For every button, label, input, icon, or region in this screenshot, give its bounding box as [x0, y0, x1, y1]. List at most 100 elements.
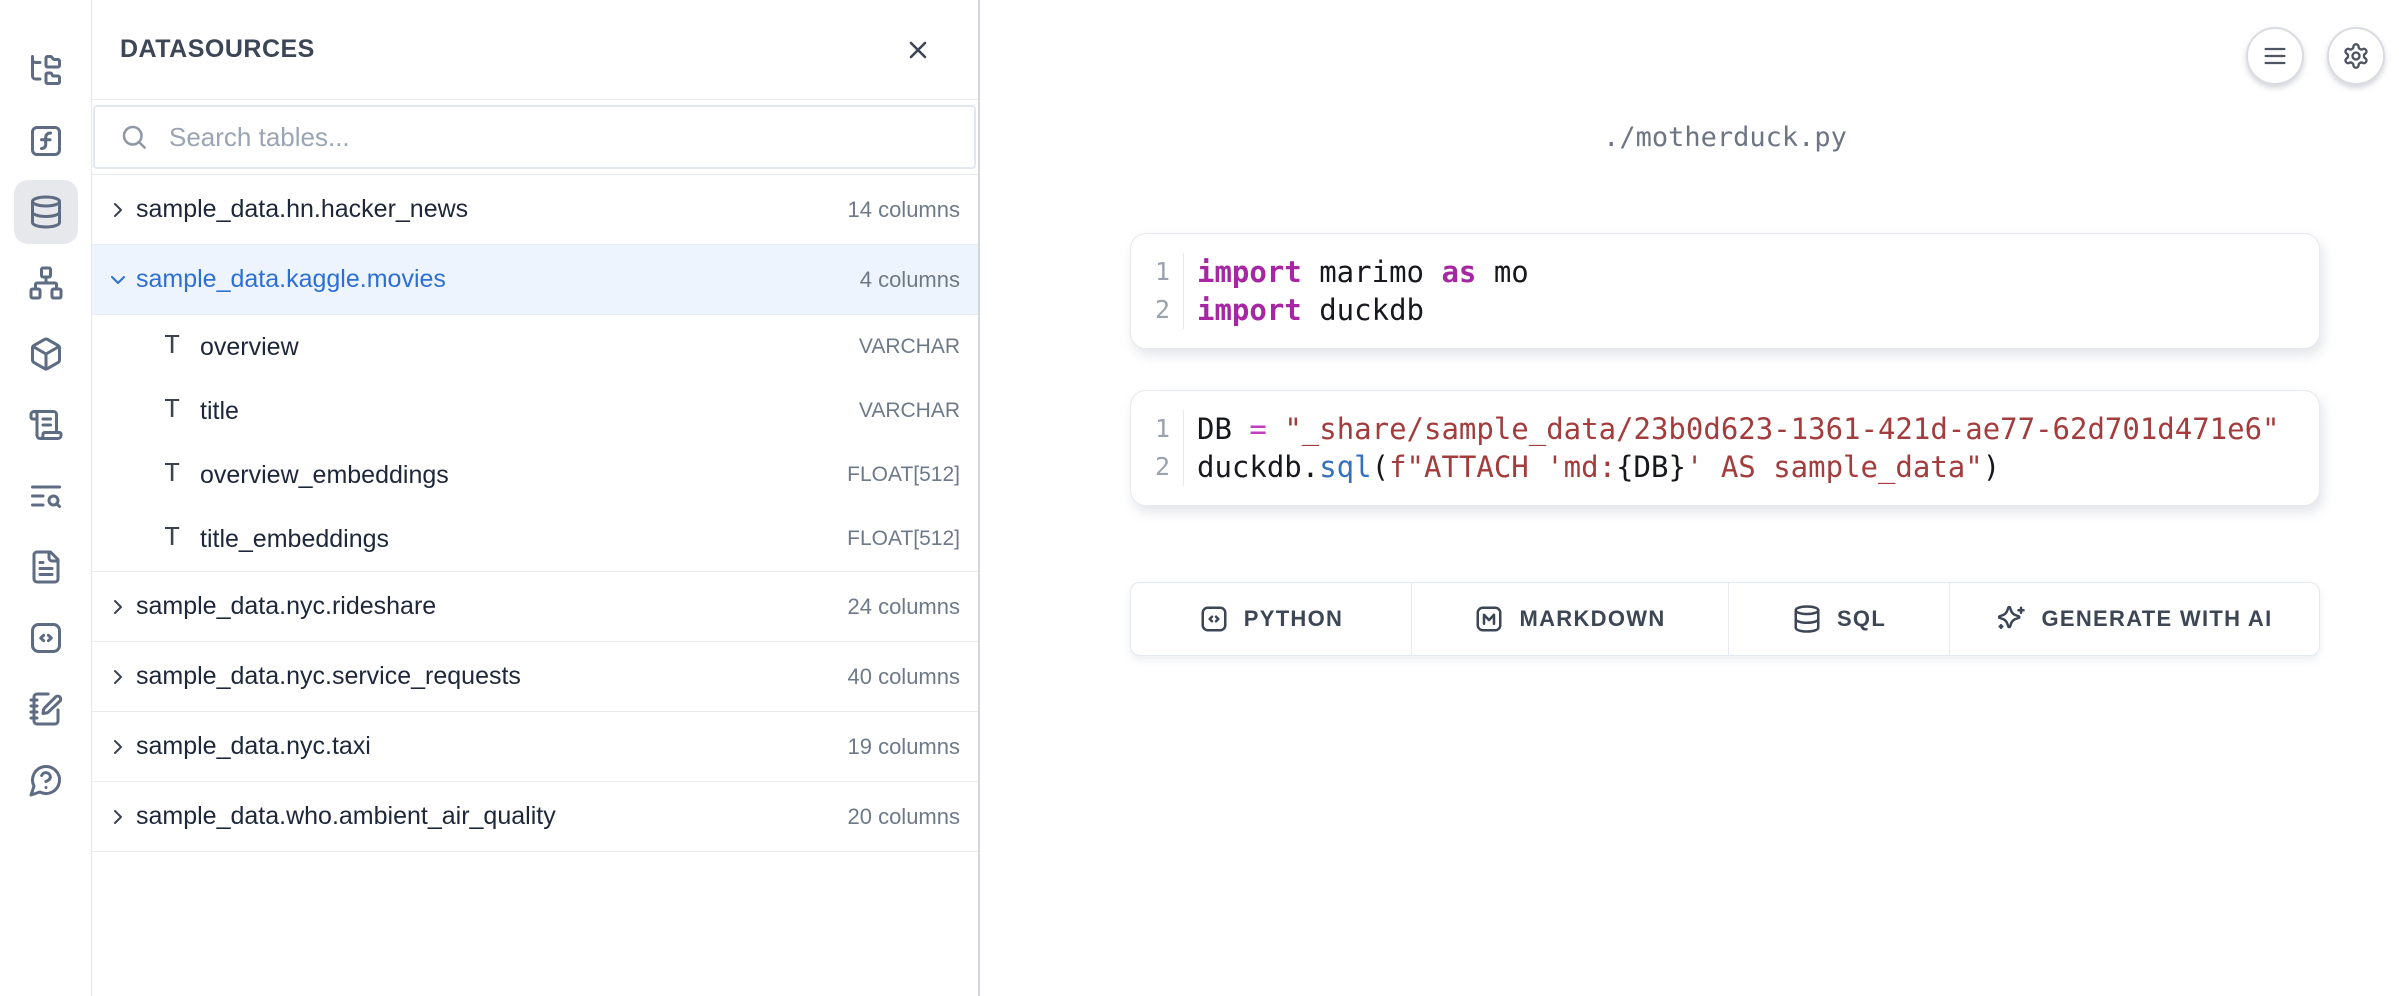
folder-tree-icon [28, 52, 64, 88]
table-name: sample_data.nyc.service_requests [136, 662, 847, 691]
table-column-count: 19 columns [847, 734, 960, 760]
column-row[interactable]: Ttitle_embeddingsFLOAT[512] [92, 507, 978, 571]
column-row[interactable]: TtitleVARCHAR [92, 379, 978, 443]
sidebar-item-variables[interactable] [14, 109, 78, 173]
sidebar-item-scratchpad[interactable] [14, 677, 78, 741]
table-column-count: 20 columns [847, 804, 960, 830]
chevron-right-icon [106, 735, 130, 759]
settings-icon [2342, 42, 2370, 70]
table-column-count: 24 columns [847, 594, 960, 620]
sparkles-icon [1996, 604, 2026, 634]
cell-list: 12import marimo as moimport duckdb12DB =… [1130, 233, 2320, 506]
scroll-text-icon [28, 407, 64, 443]
sidebar-item-documentation[interactable] [14, 535, 78, 599]
table-row[interactable]: sample_data.nyc.service_requests40 colum… [92, 642, 978, 712]
square-code-icon [28, 620, 64, 656]
menu-button[interactable] [2246, 27, 2304, 85]
table-name: sample_data.hn.hacker_news [136, 195, 847, 224]
line-number-gutter: 12 [1131, 410, 1184, 486]
panel-title: DATASOURCES [120, 35, 898, 64]
add-cell-markdown-button[interactable]: MARKDOWN [1412, 583, 1729, 655]
notebook-pen-icon [28, 691, 64, 727]
code-cell[interactable]: 12DB = "_share/sample_data/23b0d623-1361… [1130, 390, 2320, 506]
button-label: GENERATE WITH AI [2041, 606, 2272, 632]
add-cell-toolbar: PYTHON MARKDOWN SQL GENERATE WITH AI [1130, 582, 2320, 656]
sidebar-item-datasources[interactable] [14, 180, 78, 244]
column-name: overview [200, 333, 859, 362]
helper-sidebar [0, 0, 92, 996]
column-row[interactable]: Toverview_embeddingsFLOAT[512] [92, 443, 978, 507]
message-circle-question-icon [28, 762, 64, 798]
square-code-icon [1199, 604, 1229, 634]
box-icon [28, 336, 64, 372]
database-icon [28, 194, 64, 230]
column-type: FLOAT[512] [847, 463, 960, 487]
table-name: sample_data.who.ambient_air_quality [136, 802, 847, 831]
table-row[interactable]: sample_data.who.ambient_air_quality20 co… [92, 782, 978, 852]
text-type-icon: T [164, 460, 200, 490]
code-editor[interactable]: import marimo as moimport duckdb [1184, 253, 1529, 329]
sidebar-item-snippets[interactable] [14, 606, 78, 670]
database-icon [1792, 604, 1822, 634]
table-row[interactable]: sample_data.hn.hacker_news14 columns [92, 175, 978, 245]
close-panel-button[interactable] [898, 30, 938, 70]
square-m-icon [1474, 604, 1504, 634]
column-name: title [200, 397, 859, 426]
table-columns: ToverviewVARCHARTtitleVARCHARToverview_e… [92, 315, 978, 572]
table-column-count: 4 columns [860, 267, 960, 293]
sidebar-item-help[interactable] [14, 748, 78, 812]
text-type-icon: T [164, 524, 200, 554]
button-label: SQL [1837, 606, 1886, 632]
table-column-count: 14 columns [847, 197, 960, 223]
table-list: sample_data.hn.hacker_news14 columnssamp… [92, 175, 978, 852]
chevron-right-icon [106, 595, 130, 619]
column-row[interactable]: ToverviewVARCHAR [92, 315, 978, 379]
table-column-count: 40 columns [847, 664, 960, 690]
code-cell[interactable]: 12import marimo as moimport duckdb [1130, 233, 2320, 349]
datasources-panel: DATASOURCES sample_data.hn.hacker_news14… [92, 0, 980, 996]
sidebar-item-outline-search[interactable] [14, 464, 78, 528]
search-input[interactable] [167, 121, 954, 154]
file-text-icon [28, 549, 64, 585]
column-name: title_embeddings [200, 525, 847, 554]
table-row[interactable]: sample_data.kaggle.movies4 columns [92, 245, 978, 315]
column-name: overview_embeddings [200, 461, 847, 490]
table-name: sample_data.kaggle.movies [136, 265, 860, 294]
search-box [93, 105, 976, 169]
network-icon [28, 265, 64, 301]
sidebar-item-packages[interactable] [14, 322, 78, 386]
add-cell-generate-with-ai-button[interactable]: GENERATE WITH AI [1950, 583, 2319, 655]
button-label: MARKDOWN [1519, 606, 1665, 632]
search-section [92, 100, 978, 175]
add-cell-sql-button[interactable]: SQL [1729, 583, 1950, 655]
sidebar-item-files[interactable] [14, 38, 78, 102]
chevron-right-icon [106, 805, 130, 829]
search-icon [119, 122, 149, 152]
square-function-icon [28, 123, 64, 159]
close-icon [904, 36, 932, 64]
chevron-right-icon [106, 665, 130, 689]
notebook-filename: ./motherduck.py [1130, 122, 2320, 153]
table-row[interactable]: sample_data.nyc.taxi19 columns [92, 712, 978, 782]
column-type: FLOAT[512] [847, 527, 960, 551]
column-type: VARCHAR [859, 335, 960, 359]
chevron-right-icon [106, 198, 130, 222]
add-cell-python-button[interactable]: PYTHON [1131, 583, 1412, 655]
chevron-down-icon [106, 268, 130, 292]
notebook-area: ./motherduck.py 12import marimo as moimp… [1130, 0, 2320, 996]
button-label: PYTHON [1244, 606, 1343, 632]
sidebar-item-logs[interactable] [14, 393, 78, 457]
text-type-icon: T [164, 332, 200, 362]
table-row[interactable]: sample_data.nyc.rideshare24 columns [92, 572, 978, 642]
panel-header: DATASOURCES [92, 0, 978, 100]
table-name: sample_data.nyc.rideshare [136, 592, 847, 621]
sidebar-item-dependencies[interactable] [14, 251, 78, 315]
text-search-icon [28, 478, 64, 514]
line-number-gutter: 12 [1131, 253, 1184, 329]
column-type: VARCHAR [859, 399, 960, 423]
table-name: sample_data.nyc.taxi [136, 732, 847, 761]
text-type-icon: T [164, 396, 200, 426]
settings-button[interactable] [2327, 27, 2385, 85]
menu-icon [2261, 42, 2289, 70]
code-editor[interactable]: DB = "_share/sample_data/23b0d623-1361-4… [1184, 410, 2280, 486]
